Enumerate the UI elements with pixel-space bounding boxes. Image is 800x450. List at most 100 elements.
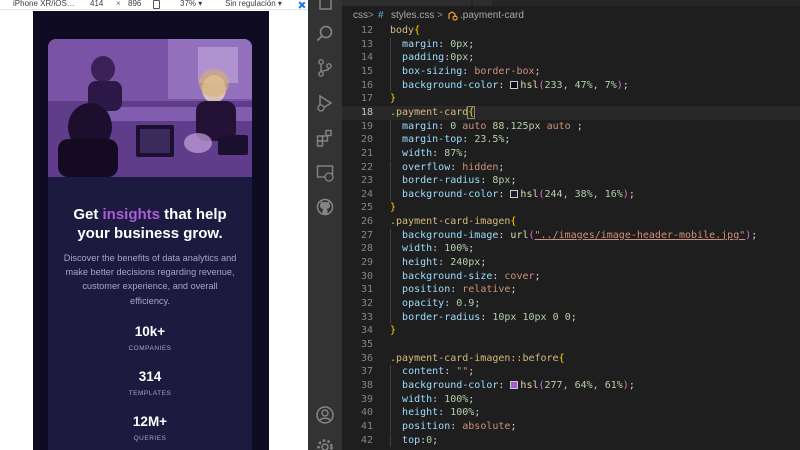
throttle-select[interactable]: Sin regulación ▾	[225, 0, 282, 9]
zoom-select[interactable]: 37% ▾	[180, 0, 202, 9]
css-selector-icon	[448, 11, 458, 21]
code-line[interactable]: 34}	[342, 324, 800, 338]
line-number: 28	[360, 243, 373, 255]
code-text: body{	[390, 25, 421, 36]
css-file-icon: #	[378, 10, 384, 21]
title-text: Get	[73, 206, 103, 223]
line-number: 29	[360, 257, 373, 269]
breadcrumb-folder[interactable]: css	[353, 7, 368, 24]
device-height-input[interactable]: 896	[128, 0, 141, 9]
vscode-window: css > # styles.css > .payment-card 12 bod…	[308, 0, 800, 450]
code-line[interactable]: 16 background-color: hsl(233, 47%, 7%);	[342, 78, 800, 93]
code-text: width: 100%;	[402, 393, 475, 405]
line-number: 12	[360, 25, 373, 36]
remote-explorer-icon[interactable]	[315, 163, 335, 183]
line-number: 24	[360, 188, 373, 200]
line-number: 17	[360, 93, 373, 105]
account-icon[interactable]	[315, 405, 335, 425]
settings-gear-icon[interactable]	[315, 437, 335, 450]
code-line[interactable]: 29 height: 240px;	[342, 256, 800, 270]
line-number: 35	[360, 338, 373, 350]
code-line[interactable]: 18 .payment-card{	[342, 105, 800, 120]
extensions-icon[interactable]	[315, 128, 335, 148]
code-line[interactable]: 25}	[342, 201, 800, 215]
code-line[interactable]: 24 background-color: hsl(244, 38%, 16%);	[342, 187, 800, 202]
code-text: }	[390, 325, 397, 337]
code-line[interactable]: 22 overflow: hidden;	[342, 160, 800, 175]
line-number: 38	[360, 379, 373, 391]
header-image	[48, 39, 252, 177]
code-text: overflow: hidden;	[402, 161, 505, 173]
github-icon[interactable]	[315, 197, 335, 217]
stat-label: QUERIES	[133, 435, 167, 442]
office-photo-illustration	[48, 39, 252, 177]
search-icon[interactable]	[315, 24, 335, 44]
device-select[interactable]: iPhone XR/iOS…	[13, 0, 75, 9]
device-toolbar: iPhone XR/iOS… 414 × 896 37% ▾ Sin regul…	[0, 0, 308, 10]
code-line[interactable]: 21 width: 87%;	[342, 146, 800, 161]
code-line[interactable]: 35	[342, 338, 800, 352]
breadcrumb-file[interactable]: styles.css	[391, 7, 434, 24]
code-line[interactable]: 37 content: "";	[342, 365, 800, 379]
rotate-icon[interactable]	[153, 0, 160, 9]
code-text: height: 100%;	[402, 407, 481, 419]
code-line[interactable]: 36 .payment-card-imagen::before{	[342, 352, 800, 366]
tab-strip[interactable]	[342, 0, 800, 6]
code-line[interactable]: 26 .payment-card-imagen{	[342, 215, 800, 229]
code-line[interactable]: 12 body{	[342, 24, 800, 38]
line-number: 13	[360, 38, 373, 50]
code-text: position: relative;	[402, 284, 517, 296]
stat-label: COMPANIES	[128, 345, 172, 352]
line-number: 30	[360, 270, 373, 282]
device-width-input[interactable]: 414	[90, 0, 103, 9]
line-number: 27	[360, 229, 373, 241]
tab-styles-css[interactable]	[342, 0, 472, 6]
line-number: 36	[360, 352, 373, 364]
line-number: 34	[360, 325, 373, 337]
title-accent-text: insights	[102, 206, 161, 223]
source-control-icon[interactable]	[315, 58, 335, 78]
code-line[interactable]: 31 position: relative;	[342, 283, 800, 297]
line-number: 25	[360, 202, 373, 214]
line-number: 26	[360, 216, 373, 228]
code-line[interactable]: 30 background-size: cover;	[342, 269, 800, 284]
breadcrumb-symbol[interactable]: .payment-card	[460, 7, 524, 24]
code-line[interactable]: 20 margin-top: 23.5%;	[342, 133, 800, 147]
code-line[interactable]: 42 top:0;	[342, 433, 800, 448]
stat-label: TEMPLATES	[128, 390, 172, 397]
code-line[interactable]: 23 border-radius: 8px;	[342, 174, 800, 188]
code-line[interactable]: 39 width: 100%;	[342, 392, 800, 407]
code-line[interactable]: 33 border-radius: 10px 10px 0 0;	[342, 310, 800, 325]
line-number: 39	[360, 393, 373, 405]
code-text: height: 240px;	[402, 257, 487, 269]
code-text: margin-top: 23.5%;	[402, 134, 511, 146]
line-number: 37	[360, 366, 373, 378]
code-line[interactable]: 32 opacity: 0.9;	[342, 297, 800, 311]
code-text: background-color: hsl(233, 47%, 7%);	[402, 79, 629, 91]
code-text: position: absolute;	[402, 420, 517, 432]
code-editor[interactable]: css > # styles.css > .payment-card 12 bod…	[342, 0, 800, 450]
code-line[interactable]: 14 padding:0px;	[342, 51, 800, 65]
code-lines[interactable]: 12 body{13 margin: 0px; 14 padding:0px; 15 …	[342, 24, 800, 450]
line-number: 31	[360, 284, 373, 296]
code-text: padding:0px;	[402, 52, 475, 64]
line-number: 32	[360, 298, 373, 309]
stat-companies: 10k+ COMPANIES	[48, 324, 252, 354]
tab-other[interactable]	[473, 0, 493, 6]
breadcrumb-separator: >	[437, 10, 443, 21]
close-icon[interactable]	[297, 0, 307, 9]
run-debug-icon[interactable]	[315, 93, 335, 113]
page-viewport: Get insights that help your business gro…	[33, 11, 269, 450]
code-line[interactable]: 27 background-image: url("../images/imag…	[342, 228, 800, 243]
code-line[interactable]: 13 margin: 0px;	[342, 37, 800, 52]
code-line[interactable]: 28 width: 100%;	[342, 242, 800, 257]
code-line[interactable]: 19 margin: 0 auto 88.125px auto ;	[342, 119, 800, 134]
code-text: box-sizing: border-box;	[402, 65, 541, 77]
code-line[interactable]: 41 position: absolute;	[342, 419, 800, 434]
code-line[interactable]: 38 background-color: hsl(277, 64%, 61%);	[342, 378, 800, 393]
code-line[interactable]: 17}	[342, 92, 800, 106]
code-line[interactable]: 15 box-sizing: border-box;	[342, 64, 800, 79]
stat-queries: 12M+ QUERIES	[48, 414, 252, 444]
code-line[interactable]: 40 height: 100%;	[342, 406, 800, 420]
files-icon[interactable]	[315, 0, 335, 12]
